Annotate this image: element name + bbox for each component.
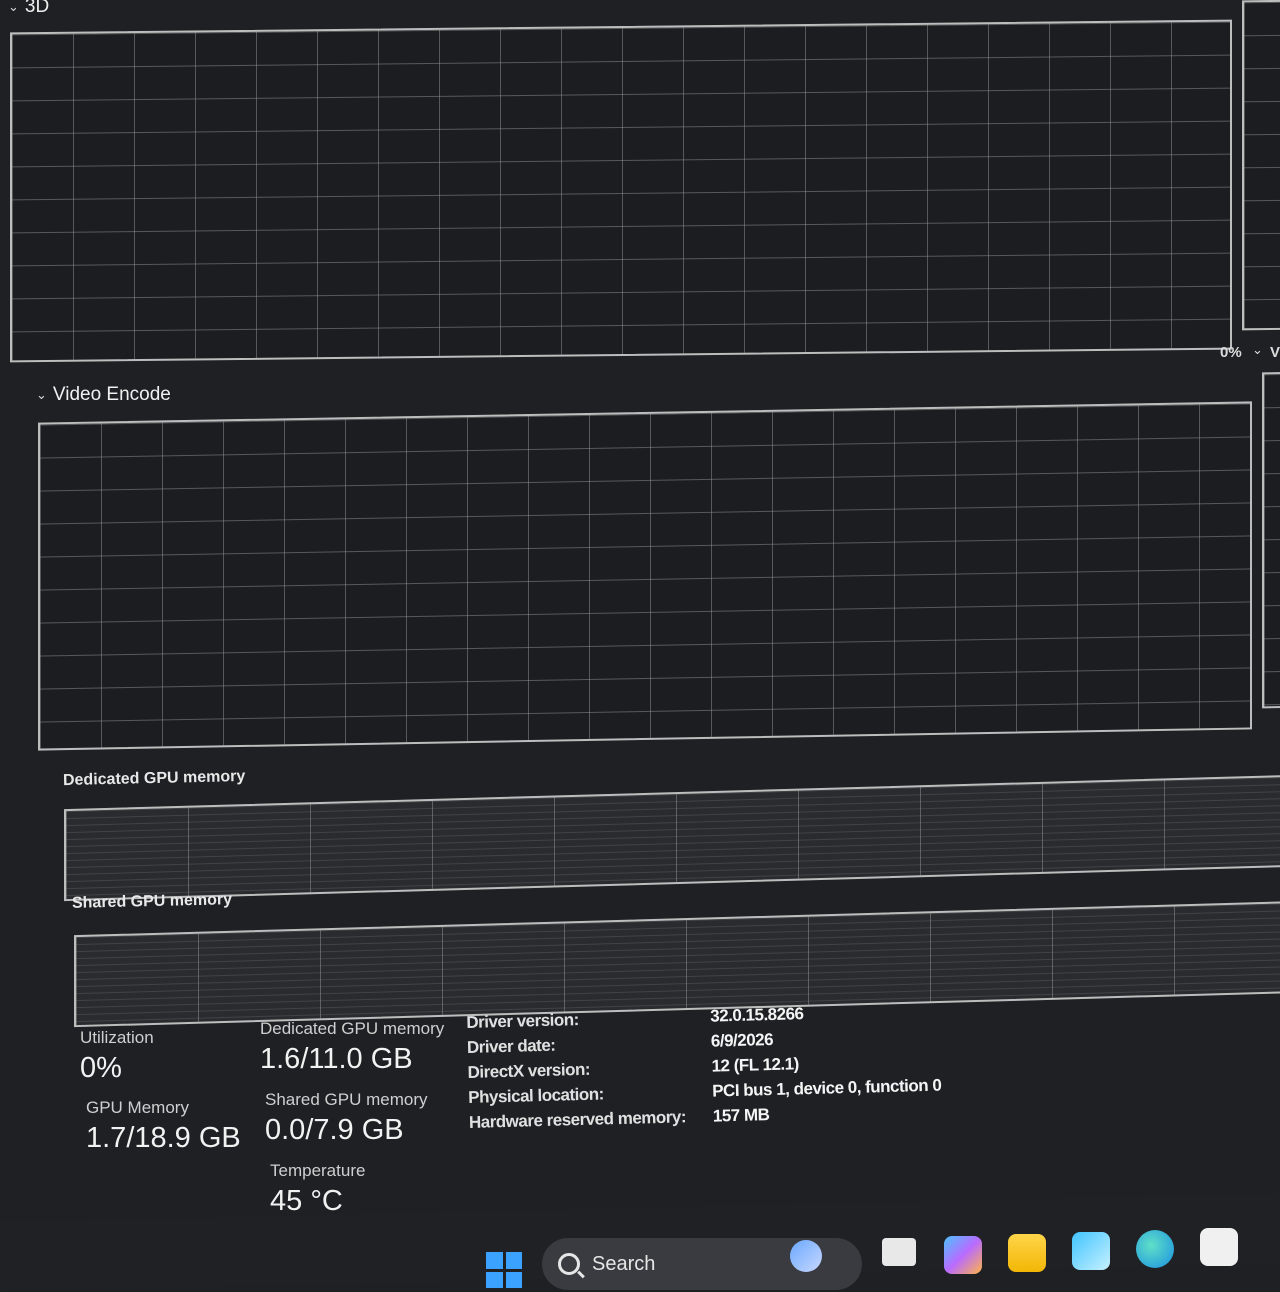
app-icon[interactable] bbox=[1200, 1228, 1238, 1266]
shared-memory-graph-label: Shared GPU memory bbox=[71, 891, 233, 912]
section-video-encode-label: Video Encode bbox=[52, 384, 171, 405]
info-key: Driver date: bbox=[466, 1035, 556, 1057]
info-value: 157 MB bbox=[712, 1104, 770, 1126]
stat-gpu-memory: GPU Memory 1.7/18.9 GB bbox=[86, 1098, 241, 1155]
dedicated-memory-graph-label: Dedicated GPU memory bbox=[62, 767, 246, 790]
info-key: Hardware reserved memory: bbox=[468, 1106, 687, 1132]
graph-dedicated-memory bbox=[64, 774, 1280, 902]
gpu-memory-label: GPU Memory bbox=[86, 1098, 189, 1117]
shared-memory-value: 0.0/7.9 GB bbox=[265, 1114, 404, 1146]
section-video-encode-header[interactable]: ⌄ Video Encode bbox=[36, 384, 171, 406]
graph-side-top bbox=[1242, 0, 1280, 331]
temperature-label: Temperature bbox=[270, 1161, 366, 1180]
shared-memory-label: Shared GPU memory bbox=[265, 1090, 428, 1109]
section-3d-header[interactable]: ⌄ 3D bbox=[8, 0, 49, 18]
search-label: Search bbox=[592, 1252, 656, 1275]
driver-info-table: Driver version: 32.0.15.8266 Driver date… bbox=[466, 998, 942, 1135]
dedicated-memory-value: 1.6/11.0 GB bbox=[260, 1043, 413, 1075]
info-key: Driver version: bbox=[466, 1009, 580, 1032]
chevron-down-icon[interactable]: ⌄ bbox=[8, 0, 19, 15]
chevron-down-icon[interactable]: ⌄ bbox=[36, 387, 47, 403]
start-icon[interactable] bbox=[486, 1252, 522, 1288]
task-view-icon[interactable] bbox=[882, 1238, 916, 1266]
info-value: PCI bus 1, device 0, function 0 bbox=[711, 1075, 942, 1101]
graph-3d bbox=[10, 19, 1232, 363]
stat-shared-memory: Shared GPU memory 0.0/7.9 GB bbox=[265, 1090, 428, 1147]
utilization-value: 0% bbox=[80, 1052, 122, 1084]
gpu-memory-value: 1.7/18.9 GB bbox=[86, 1122, 241, 1154]
search-icon bbox=[558, 1253, 580, 1275]
store-icon[interactable] bbox=[1072, 1232, 1110, 1270]
copilot-icon[interactable] bbox=[944, 1236, 982, 1274]
graph-video-encode bbox=[38, 401, 1252, 751]
info-key: DirectX version: bbox=[467, 1059, 591, 1082]
dedicated-memory-label: Dedicated GPU memory bbox=[260, 1019, 445, 1038]
widgets-icon[interactable] bbox=[790, 1240, 822, 1272]
info-value: 12 (FL 12.1) bbox=[711, 1053, 799, 1076]
section-3d-label: 3D bbox=[24, 0, 50, 17]
stat-dedicated-memory: Dedicated GPU memory 1.6/11.0 GB bbox=[260, 1019, 444, 1076]
edge-icon[interactable] bbox=[1136, 1230, 1174, 1268]
utilization-label: Utilization bbox=[80, 1028, 154, 1047]
graph-side-middle bbox=[1262, 371, 1280, 709]
stat-utilization: Utilization 0% bbox=[80, 1028, 154, 1085]
info-value: 32.0.15.8266 bbox=[709, 1003, 804, 1026]
stat-temperature: Temperature 45 °C bbox=[270, 1161, 365, 1218]
file-explorer-icon[interactable] bbox=[1008, 1234, 1046, 1272]
info-value: 6/9/2026 bbox=[710, 1029, 774, 1051]
side-chevron-down-icon[interactable]: ⌄ bbox=[1252, 342, 1263, 358]
side-section-label: V bbox=[1270, 344, 1280, 361]
side-percent-label: 0% bbox=[1220, 344, 1242, 361]
info-key: Physical location: bbox=[468, 1083, 605, 1107]
